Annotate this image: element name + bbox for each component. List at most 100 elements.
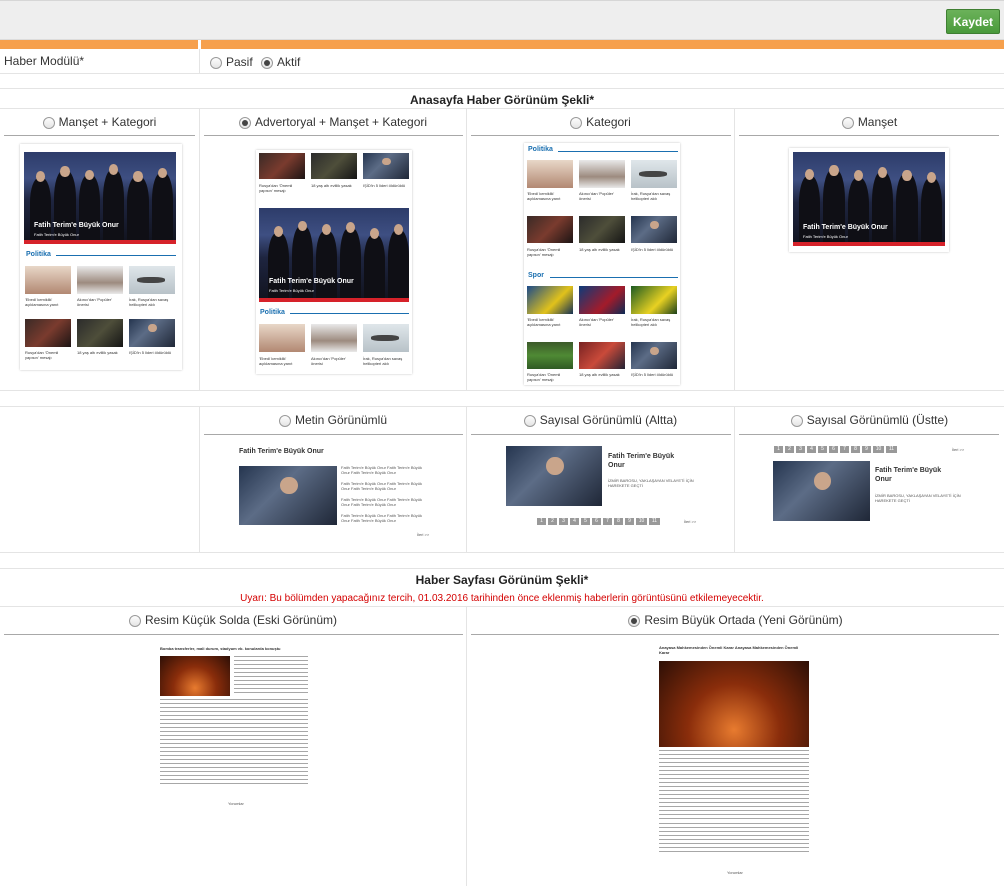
option-label: Metin Görünümlü: [294, 413, 388, 427]
news-option-big-center[interactable]: Resim Büyük Ortada (Yeni Görünüm): [467, 613, 1004, 627]
pagination-option-numeric-top[interactable]: Sayısal Görünümlü (Üstte): [735, 413, 1004, 427]
thumb-photo: [579, 286, 625, 314]
thumb-photo: [527, 160, 573, 188]
radio-active[interactable]: [261, 56, 273, 69]
thumb-photo: [77, 266, 123, 294]
headline-subcaption: Fatih Terim'e Büyük Onur: [269, 288, 314, 293]
headline-caption: Fatih Terim'e Büyük Onur: [803, 224, 888, 231]
module-option-active[interactable]: Aktif: [261, 55, 300, 69]
thumb-caption: İrak, Rusya'dan savaş helikopteri aldı: [129, 297, 169, 307]
thumb-photo: [631, 216, 677, 243]
news-option-small-left[interactable]: Resim Küçük Solda (Eski Görünüm): [0, 613, 466, 627]
preview-text-block: [659, 750, 809, 820]
radio[interactable]: [128, 614, 141, 627]
page-box: 1: [774, 446, 783, 453]
headline-subcaption: Fatih Terim'e Büyük Onur: [34, 232, 79, 237]
radio[interactable]: [628, 614, 641, 627]
module-option-passive[interactable]: Pasif: [210, 55, 253, 69]
preview-news-photo: [659, 661, 809, 747]
category-line: [550, 277, 678, 278]
divider: [734, 406, 735, 552]
news-page-warning: Uyarı: Bu bölümden yapacağınız tercih, 0…: [240, 593, 764, 604]
divider: [734, 108, 735, 390]
preview-headline: Onur: [875, 476, 892, 483]
radio[interactable]: [570, 116, 583, 129]
preview-text-block: [659, 823, 809, 855]
home-option-kategori[interactable]: Kategori: [467, 115, 734, 129]
thumb-caption: IŞİD'in 5 lideri öldürüldü: [363, 183, 406, 188]
thumb-caption: IŞİD'in 5 lideri öldürüldü: [129, 350, 172, 355]
preview-photo: [506, 446, 602, 506]
page-box: 5: [818, 446, 827, 453]
option-underline: [739, 434, 999, 435]
thumb-photo: [363, 153, 409, 179]
page-box: 5: [581, 518, 590, 525]
divider: [199, 49, 200, 73]
divider: [0, 606, 1004, 607]
divider: [0, 108, 1004, 109]
thumb-photo: [579, 216, 625, 243]
pagination-option-numeric-bottom[interactable]: Sayısal Görünümlü (Altta): [467, 413, 734, 427]
divider: [0, 406, 1004, 407]
page-box: 3: [796, 446, 805, 453]
option-label: Sayısal Görünümlü (Üstte): [806, 413, 949, 427]
thumb-caption: Akıncı'dan 'Popüler' önerisi: [579, 317, 614, 327]
preview-comments: Yorumlar: [228, 801, 244, 806]
save-button[interactable]: Kaydet: [946, 9, 1000, 34]
preview-list-item: Fatih Terim'e Büyük Onur Fatih Terim'e B…: [341, 465, 422, 475]
preview-headline: Fatih Terim'e Büyük: [608, 453, 675, 460]
thumb-caption: IŞİD'in 5 lideri öldürüldü: [631, 247, 674, 252]
thumb-photo: [527, 216, 573, 243]
preview-next-link: İleri >>: [952, 447, 965, 452]
headline-subcaption: Fatih Terim'e Büyük Onur: [803, 234, 848, 239]
preview-news-headline: Anayasa Mahkemesinden Önemli Karar Anaya…: [659, 645, 799, 655]
settings-page: Kaydet Haber Modülü* Pasif Aktif Anasayf…: [0, 0, 1004, 886]
thumb-photo: [631, 286, 677, 314]
page-box: 6: [592, 518, 601, 525]
thumb-caption: 18 yaş altı evlilik yasak: [311, 183, 352, 188]
option-underline: [471, 434, 731, 435]
radio[interactable]: [523, 414, 536, 427]
preview-headline: Onur: [608, 462, 625, 469]
radio[interactable]: [238, 116, 251, 129]
option-label: Manşet + Kategori: [58, 115, 157, 129]
radio[interactable]: [790, 414, 803, 427]
home-option-advertoryal[interactable]: Advertoryal + Manşet + Kategori: [200, 115, 466, 129]
preview-manset-kategori: Fatih Terim'e Büyük Onur Fatih Terim'e B…: [20, 144, 182, 370]
preview-advertoryal: Rusya'dan 'Önemli yapısın' mesajı 18 yaş…: [256, 150, 412, 374]
radio[interactable]: [278, 414, 291, 427]
thumb-caption: Rusya'dan 'Önemli yapısın' mesajı: [259, 183, 293, 193]
headline-bar: [24, 240, 176, 244]
radio[interactable]: [841, 116, 854, 129]
module-label: Haber Modülü*: [4, 54, 85, 68]
radio[interactable]: [42, 116, 55, 129]
header-strip-right: [201, 40, 1004, 49]
preview-next-link: İleri >>: [684, 519, 697, 524]
preview-text-block: [160, 699, 308, 785]
preview-news-headline: Bomba transferler, mali durum, stadyum v…: [160, 646, 281, 651]
preview-news-photo: [160, 656, 230, 696]
page-box: 1: [537, 518, 546, 525]
thumb-caption: İrak, Rusya'dan savaş helikopteri aldı: [631, 191, 671, 201]
pagination-option-text[interactable]: Metin Görünümlü: [200, 413, 466, 427]
option-label: Advertoryal + Manşet + Kategori: [254, 115, 428, 129]
preview-news-big-center: Anayasa Mahkemesinden Önemli Karar Anaya…: [655, 643, 813, 879]
headline-caption: Fatih Terim'e Büyük Onur: [269, 278, 354, 285]
preview-next-link: İleri >>: [417, 532, 430, 537]
home-option-manset-kategori[interactable]: Manşet + Kategori: [0, 115, 199, 129]
home-view-title: Anasayfa Haber Görünüm Şekli*: [409, 93, 595, 107]
preview-sub: İZMİR BAROSU, YAKLAŞAYAN VELAYETİ İÇİN H…: [875, 493, 961, 503]
page-box: 6: [829, 446, 838, 453]
thumb-caption: Akıncı'dan 'Popüler' önerisi: [77, 297, 112, 307]
option-label: Pasif: [226, 55, 253, 69]
page-box: 8: [851, 446, 860, 453]
radio-passive[interactable]: [210, 56, 222, 69]
headline-caption: Fatih Terim'e Büyük Onur: [34, 222, 119, 229]
page-box: 11: [649, 518, 660, 525]
home-option-manset[interactable]: Manşet: [735, 115, 1004, 129]
thumb-photo: [25, 266, 71, 294]
headline-bar: [259, 298, 409, 302]
preview-list-item: Fatih Terim'e Büyük Onur Fatih Terim'e B…: [341, 513, 422, 523]
page-box: 4: [807, 446, 816, 453]
thumb-photo: [259, 324, 305, 352]
